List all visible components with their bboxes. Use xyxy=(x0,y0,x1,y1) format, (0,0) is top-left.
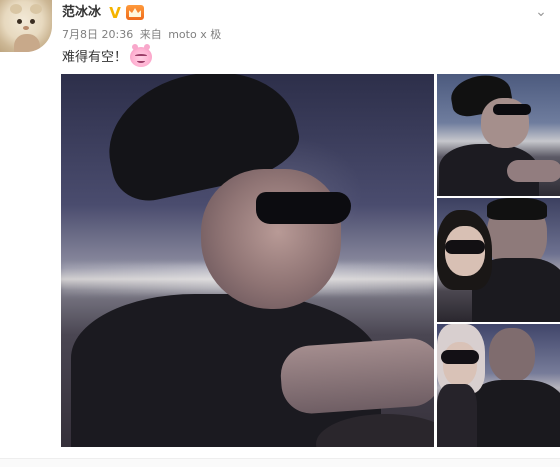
photo-man-head xyxy=(489,328,535,382)
photo-woman-sunglasses xyxy=(441,350,479,364)
avatar[interactable] xyxy=(0,0,52,52)
avatar-nose xyxy=(23,26,29,30)
emoji-mouth xyxy=(137,59,145,63)
photo-head xyxy=(201,169,341,309)
photo-woman-sunglasses xyxy=(445,240,485,254)
photo-woman-torso xyxy=(437,384,477,447)
weibo-post: 范冰冰 V ⌄ 7月8日 20:36 来自 moto x 极 难得有空！ xyxy=(0,0,560,467)
crown-icon xyxy=(129,8,141,17)
photo-main[interactable] xyxy=(61,74,434,447)
photo-thumbnail-1[interactable] xyxy=(437,74,560,196)
avatar-eye-left xyxy=(17,19,22,24)
verified-icon[interactable]: V xyxy=(107,5,123,21)
emoji-eyes xyxy=(135,54,147,57)
avatar-eye-right xyxy=(30,19,35,24)
vip-icon[interactable] xyxy=(126,5,144,20)
photo-arm xyxy=(278,336,434,416)
photo-woman-face xyxy=(443,342,477,386)
source-link[interactable]: moto x 极 xyxy=(168,28,221,41)
post-text: 难得有空！ xyxy=(62,50,128,65)
bunny-emoji-icon xyxy=(130,44,152,67)
photo-thumbnail-2[interactable] xyxy=(437,198,560,322)
post-time-link[interactable]: 7月8日 20:36 xyxy=(62,28,133,41)
footer-strip xyxy=(0,459,560,467)
avatar-ear-left xyxy=(10,4,22,14)
source-prefix: 来自 xyxy=(139,28,162,41)
photo-torso xyxy=(467,380,560,447)
photo-sunglasses xyxy=(256,192,351,224)
photo-sunglasses xyxy=(493,104,531,115)
avatar-body xyxy=(14,34,40,52)
photo-arm xyxy=(507,160,560,182)
photo-thumbnail-3[interactable] xyxy=(437,324,560,447)
chevron-down-icon[interactable]: ⌄ xyxy=(532,3,550,21)
photo-cap xyxy=(487,198,547,220)
username-link[interactable]: 范冰冰 xyxy=(62,4,101,22)
avatar-ear-right xyxy=(30,4,42,14)
post-meta: 7月8日 20:36 来自 moto x 极 xyxy=(62,27,224,43)
